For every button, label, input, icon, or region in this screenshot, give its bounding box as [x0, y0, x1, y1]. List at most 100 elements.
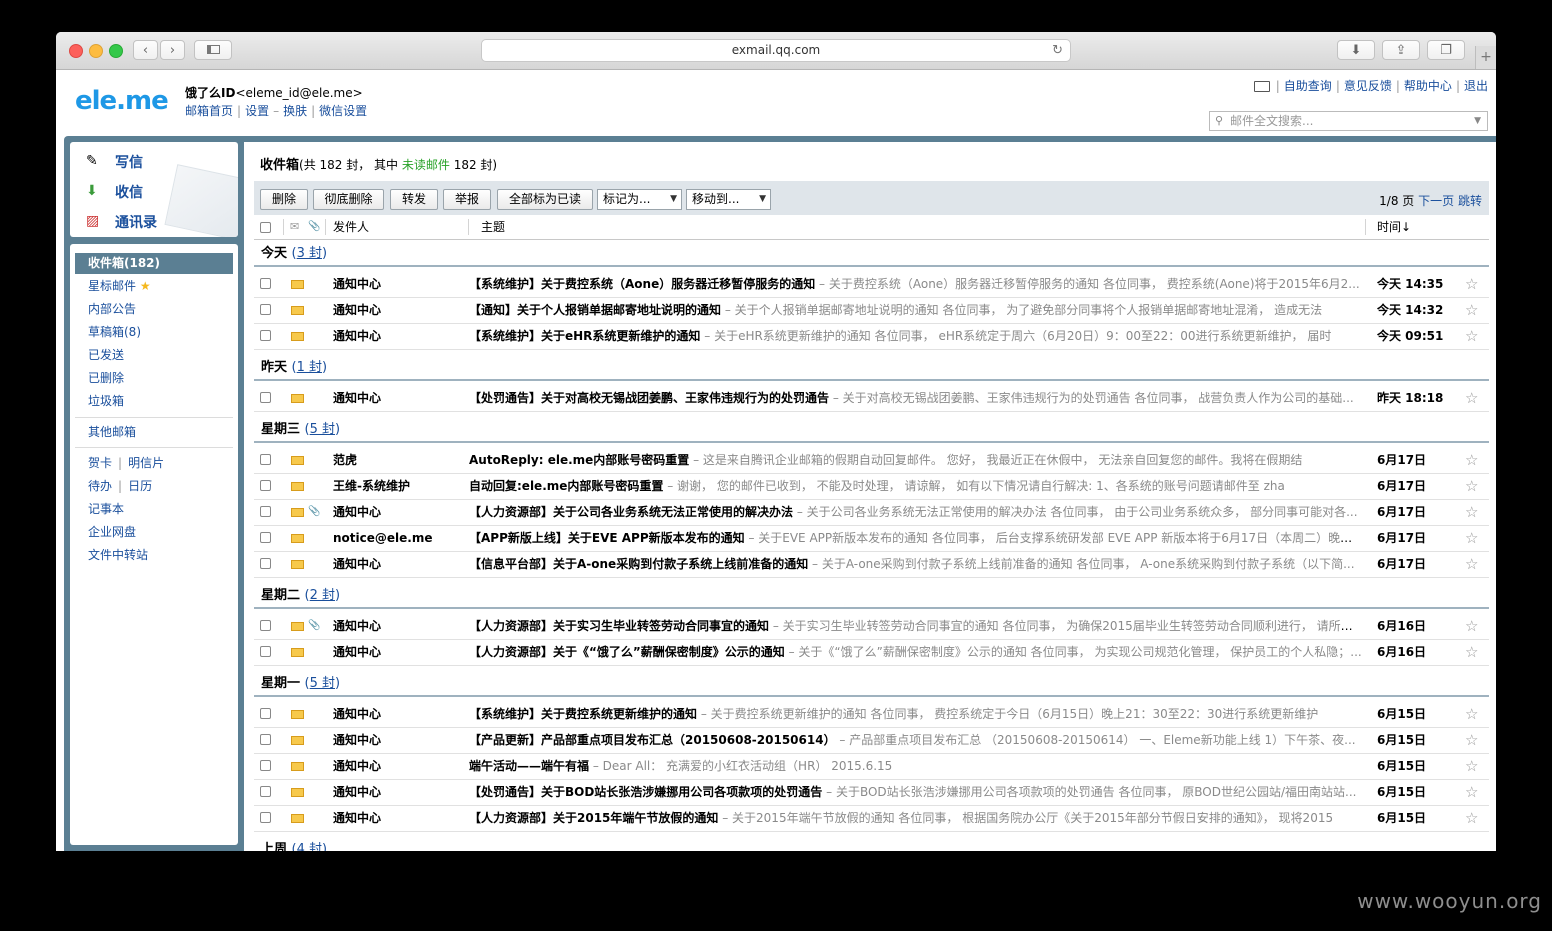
group-count[interactable]: (5 封)	[305, 422, 341, 437]
star-icon[interactable]: ☆	[1465, 779, 1478, 805]
downloads-button[interactable]: ⬇	[1337, 40, 1375, 60]
zoom-window-button[interactable]	[109, 44, 123, 58]
star-icon[interactable]: ☆	[1465, 447, 1478, 473]
logout-link[interactable]: 退出	[1464, 79, 1488, 93]
mail-subject[interactable]: 【人力资源部】关于实习生毕业转签劳动合同事宜的通知 – 关于实习生毕业转签劳动合…	[469, 613, 1362, 639]
mail-row[interactable]: 📎 通知中心 【人力资源部】关于实习生毕业转签劳动合同事宜的通知 – 关于实习生毕业…	[254, 613, 1489, 640]
star-icon[interactable]: ☆	[1465, 525, 1478, 551]
star-icon[interactable]: ☆	[1465, 639, 1478, 665]
mail-row[interactable]: 通知中心 【处罚通告】关于对高校无锡战团姜鹏、王家伟违规行为的处罚通告 – 关于对…	[254, 385, 1489, 412]
row-checkbox[interactable]	[260, 812, 271, 823]
row-checkbox[interactable]	[260, 708, 271, 719]
mail-subject[interactable]: 【人力资源部】关于公司各业务系统无法正常使用的解决办法 – 关于公司各业务系统无…	[469, 499, 1362, 525]
mail-subject[interactable]: AutoReply: ele.me内部账号密码重置 – 这是来自腾讯企业邮箱的假…	[469, 447, 1362, 473]
mail-subject[interactable]: 【系统维护】关于费控系统更新维护的通知 – 关于费控系统更新维护的通知 各位同事…	[469, 701, 1362, 727]
row-checkbox[interactable]	[260, 330, 271, 341]
row-checkbox[interactable]	[260, 506, 271, 517]
star-icon[interactable]: ☆	[1465, 499, 1478, 525]
eleme-logo[interactable]: ele.me	[75, 86, 169, 116]
contacts-button[interactable]: ▨ 通讯录	[70, 207, 238, 235]
mail-subject[interactable]: 【信息平台部】关于A-one采购到付款子系统上线前准备的通知 – 关于A-one…	[469, 551, 1362, 577]
next-page-link[interactable]: 下一页	[1418, 194, 1454, 208]
mark-all-read-button[interactable]: 全部标为已读	[497, 189, 593, 210]
forward-button[interactable]: ›	[160, 40, 185, 60]
row-checkbox[interactable]	[260, 304, 271, 315]
help-center-link[interactable]: 帮助中心	[1404, 79, 1452, 93]
sidebar-item-spam[interactable]: 垃圾箱	[75, 391, 233, 412]
group-count[interactable]: (1 封)	[292, 360, 328, 375]
mail-row[interactable]: 范虎 AutoReply: ele.me内部账号密码重置 – 这是来自腾讯企业邮箱…	[254, 447, 1489, 474]
mail-row[interactable]: 📎 通知中心 【人力资源部】关于公司各业务系统无法正常使用的解决办法 – 关于公司各…	[254, 499, 1489, 526]
greeting-card-link[interactable]: 贺卡	[88, 456, 112, 470]
column-subject[interactable]: 主题	[481, 215, 505, 239]
row-checkbox[interactable]	[260, 760, 271, 771]
column-from[interactable]: 发件人	[333, 215, 369, 239]
tabs-overview-button[interactable]: ❐	[1427, 40, 1465, 60]
report-button[interactable]: 举报	[443, 189, 491, 210]
move-to-select[interactable]: 移动到... ▼	[686, 189, 771, 210]
share-button[interactable]: ⇪	[1382, 40, 1420, 60]
row-checkbox[interactable]	[260, 392, 271, 403]
mail-row[interactable]: 通知中心 【人力资源部】关于2015年端午节放假的通知 – 关于2015年端午节放…	[254, 805, 1489, 832]
sidebar-item-other-mailboxes[interactable]: 其他邮箱	[75, 422, 233, 443]
mail-subject[interactable]: 【系统维护】关于费控系统（Aone）服务器迁移暂停服务的通知 – 关于费控系统（…	[469, 271, 1362, 297]
group-count[interactable]: (3 封)	[292, 246, 328, 261]
mail-row[interactable]: notice@ele.me 【APP新版上线】关于EVE APP新版本发布的通知 …	[254, 525, 1489, 552]
wechat-settings-link[interactable]: 微信设置	[319, 104, 367, 118]
mail-row[interactable]: 通知中心 【信息平台部】关于A-one采购到付款子系统上线前准备的通知 – 关于A…	[254, 551, 1489, 578]
mark-as-select[interactable]: 标记为... ▼	[597, 189, 682, 210]
mail-subject[interactable]: 【系统维护】关于eHR系统更新维护的通知 – 关于eHR系统更新维护的通知 各位…	[469, 323, 1362, 349]
star-icon[interactable]: ☆	[1465, 753, 1478, 779]
mail-row[interactable]: 通知中心 【处罚通告】关于BOD站长张浩涉嫌挪用公司各项款项的处罚通告 – 关于B…	[254, 779, 1489, 806]
todo-link[interactable]: 待办	[88, 479, 112, 493]
mail-search-input[interactable]: ⚲ 邮件全文搜索... ▼	[1209, 111, 1488, 131]
group-count[interactable]: (5 封)	[305, 676, 341, 691]
mail-subject[interactable]: 【人力资源部】关于《“饿了么”薪酬保密制度》公示的通知 – 关于《“饿了么”薪酬…	[469, 639, 1362, 665]
star-icon[interactable]: ☆	[1465, 701, 1478, 727]
close-window-button[interactable]	[69, 44, 83, 58]
mail-subject[interactable]: 【处罚通告】关于对高校无锡战团姜鹏、王家伟违规行为的处罚通告 – 关于对高校无锡…	[469, 385, 1362, 411]
sidebar-item-starred[interactable]: 星标邮件 ★	[75, 276, 233, 297]
new-tab-button[interactable]: +	[1475, 46, 1496, 69]
mail-row[interactable]: 通知中心 【系统维护】关于eHR系统更新维护的通知 – 关于eHR系统更新维护的通…	[254, 323, 1489, 350]
row-checkbox[interactable]	[260, 558, 271, 569]
jump-page-link[interactable]: 跳转	[1458, 194, 1482, 208]
star-icon[interactable]: ☆	[1465, 297, 1478, 323]
mail-subject[interactable]: 【处罚通告】关于BOD站长张浩涉嫌挪用公司各项款项的处罚通告 – 关于BOD站长…	[469, 779, 1362, 805]
sidebar-item-file-transfer[interactable]: 文件中转站	[75, 545, 233, 566]
skin-link[interactable]: 换肤	[283, 104, 307, 118]
row-checkbox[interactable]	[260, 278, 271, 289]
mail-row[interactable]: 通知中心 端午活动——端午有福 – Dear All： 充满爱的小红衣活动组（HR…	[254, 753, 1489, 780]
mail-subject[interactable]: 端午活动——端午有福 – Dear All： 充满爱的小红衣活动组（HR） 20…	[469, 753, 1362, 779]
mail-subject[interactable]: 自动回复:ele.me内部账号密码重置 – 谢谢， 您的邮件已收到， 不能及时处…	[469, 473, 1362, 499]
star-icon[interactable]: ☆	[1465, 323, 1478, 349]
row-checkbox[interactable]	[260, 646, 271, 657]
sidebar-item-deleted[interactable]: 已删除	[75, 368, 233, 389]
select-all-checkbox[interactable]	[260, 222, 271, 233]
sidebar-item-inbox[interactable]: 收件箱(182)	[75, 253, 233, 274]
row-checkbox[interactable]	[260, 532, 271, 543]
postcard-link[interactable]: 明信片	[128, 456, 164, 470]
mail-subject[interactable]: 【产品更新】产品部重点项目发布汇总（20150608-20150614） – 产…	[469, 727, 1362, 753]
mail-subject[interactable]: 【APP新版上线】关于EVE APP新版本发布的通知 – 关于EVE APP新版…	[469, 525, 1362, 551]
sidebar-item-notes[interactable]: 记事本	[75, 499, 233, 520]
mail-row[interactable]: 通知中心 【通知】关于个人报销单据邮寄地址说明的通知 – 关于个人报销单据邮寄地址…	[254, 297, 1489, 324]
settings-link[interactable]: 设置	[245, 104, 269, 118]
row-checkbox[interactable]	[260, 480, 271, 491]
group-count[interactable]: (4 封)	[292, 842, 328, 851]
mail-row[interactable]: 通知中心 【系统维护】关于费控系统更新维护的通知 – 关于费控系统更新维护的通知 …	[254, 701, 1489, 728]
address-bar[interactable]: exmail.qq.com ↻	[481, 39, 1071, 62]
delete-button[interactable]: 删除	[260, 189, 308, 210]
sidebar-item-drafts[interactable]: 草稿箱(8)	[75, 322, 233, 343]
sidebar-item-netdisk[interactable]: 企业网盘	[75, 522, 233, 543]
compose-button[interactable]: ✎ 写信	[70, 147, 238, 175]
mail-subject[interactable]: 【人力资源部】关于2015年端午节放假的通知 – 关于2015年端午节放假的通知…	[469, 805, 1362, 831]
star-icon[interactable]: ☆	[1465, 271, 1478, 297]
mail-row[interactable]: 通知中心 【人力资源部】关于《“饿了么”薪酬保密制度》公示的通知 – 关于《“饿了…	[254, 639, 1489, 666]
star-icon[interactable]: ☆	[1465, 473, 1478, 499]
minimize-window-button[interactable]	[89, 44, 103, 58]
star-icon[interactable]: ☆	[1465, 551, 1478, 577]
self-service-link[interactable]: 自助查询	[1284, 79, 1332, 93]
forward-button[interactable]: 转发	[390, 189, 438, 210]
column-time[interactable]: 时间↓	[1377, 215, 1411, 239]
